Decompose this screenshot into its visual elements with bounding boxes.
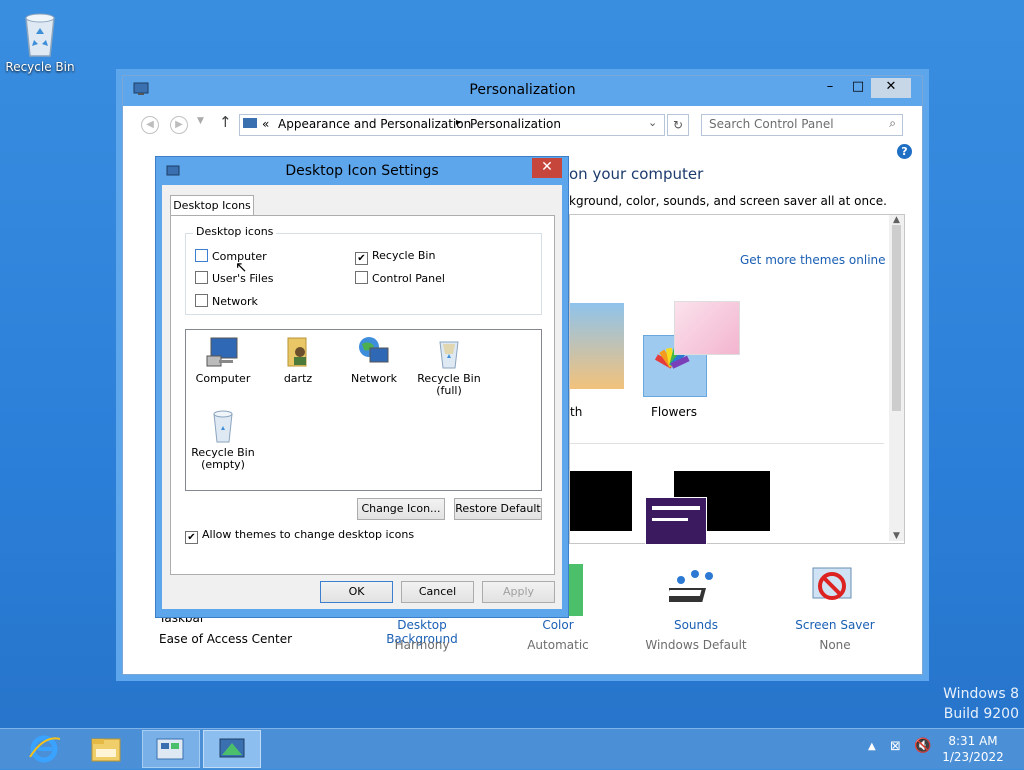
minimize-button[interactable]: – — [821, 78, 839, 98]
themes-scrollbar[interactable]: ▲ ▼ — [889, 215, 904, 541]
breadcrumb-personalization[interactable]: Personalization — [470, 117, 561, 131]
search-placeholder: Search Control Panel — [709, 117, 834, 131]
maximize-button[interactable]: □ — [849, 78, 867, 98]
section-divider — [570, 443, 884, 444]
breadcrumb-separator-icon: ▸ — [456, 117, 462, 128]
breadcrumb-appearance[interactable]: Appearance and Personalization — [278, 117, 471, 131]
refresh-icon[interactable]: ↻ — [667, 114, 689, 136]
recycle-bin-checkbox[interactable]: ✔ Recycle Bin — [355, 249, 435, 265]
sounds-link[interactable]: Sounds — [641, 618, 751, 632]
tab-desktop-icons[interactable]: Desktop Icons — [170, 195, 254, 216]
themes-list[interactable]: Get more themes online th Flowers ▲ ▼ — [569, 214, 905, 545]
theme-earth-thumbnail[interactable] — [570, 303, 624, 389]
scrollbar-thumb[interactable] — [892, 225, 901, 411]
user-folder-icon — [280, 334, 316, 370]
breadcrumb-overflow[interactable]: « — [262, 117, 269, 131]
network-checkbox[interactable]: Network — [195, 294, 258, 308]
address-icon — [242, 117, 258, 134]
sounds-value: Windows Default — [645, 638, 747, 652]
desktop-icon-settings-dialog: Desktop Icon Settings ✕ Desktop Icons Co… — [155, 156, 569, 618]
computer-icon — [205, 334, 241, 370]
window-title: Personalization — [469, 82, 576, 98]
recycle-bin-full-icon — [431, 334, 467, 370]
icon-item-network[interactable]: Network — [339, 334, 409, 385]
page-heading: on your computer — [569, 165, 704, 183]
recycle-bin-empty-icon — [205, 408, 241, 444]
icon-list[interactable]: Computer dartz Network Recycle Bin (full… — [185, 329, 542, 491]
volume-muted-icon[interactable]: 🔇 — [914, 738, 931, 754]
taskbar-control-panel-button[interactable] — [142, 730, 200, 768]
dialog-title: Desktop Icon Settings — [285, 163, 439, 179]
dialog-client: Desktop Icons Computer User's Files Netw… — [162, 185, 562, 609]
high-contrast-theme-preview — [645, 497, 707, 545]
icon-item-recycle-full[interactable]: Recycle Bin (full) — [414, 334, 484, 397]
screen-saver-icon[interactable] — [807, 562, 859, 614]
high-contrast-theme-1[interactable] — [570, 471, 632, 531]
recent-pages-icon[interactable]: ▼ — [197, 116, 204, 126]
help-icon[interactable]: ? — [897, 144, 912, 159]
computer-checkbox[interactable]: Computer — [195, 249, 267, 263]
color-value: Automatic — [527, 638, 589, 652]
window-titlebar: Personalization – □ ✕ — [123, 76, 922, 106]
search-icon[interactable]: ⌕ — [889, 116, 896, 131]
dialog-close-button[interactable]: ✕ — [532, 158, 562, 178]
allow-themes-checkbox[interactable]: ✔ Allow themes to change desktop icons — [185, 528, 414, 544]
taskbar-personalization-button[interactable] — [203, 730, 261, 768]
desktop-background-value: Harmony — [394, 638, 450, 652]
internet-explorer-icon[interactable] — [24, 731, 68, 767]
network-status-icon[interactable]: ⊠ — [890, 739, 901, 754]
address-row: ◀ ▶ ▼ ↑ « Appearance and Personalization… — [123, 106, 922, 140]
os-watermark: Windows 8 Build 9200 — [943, 686, 1019, 722]
theme-earth-label: th — [570, 405, 583, 419]
desktop-icon-recycle-bin[interactable]: Recycle Bin — [4, 6, 76, 74]
screen-saver-value: None — [819, 638, 851, 652]
address-bar[interactable]: « Appearance and Personalization ▸ Perso… — [239, 114, 665, 136]
icon-item-computer[interactable]: Computer — [188, 334, 258, 385]
clock-date: 1/23/2022 — [942, 750, 1004, 764]
show-hidden-icons-icon[interactable]: ▲ — [868, 741, 876, 752]
checkmark-icon: ✔ — [185, 531, 198, 544]
address-dropdown-icon[interactable]: ⌄ — [648, 116, 657, 129]
file-explorer-icon[interactable] — [86, 731, 130, 767]
up-arrow-icon[interactable]: ↑ — [219, 113, 232, 131]
icon-item-recycle-empty[interactable]: Recycle Bin (empty) — [188, 408, 258, 471]
cancel-button[interactable]: Cancel — [401, 581, 474, 603]
get-more-themes-link[interactable]: Get more themes online — [740, 253, 886, 267]
recycle-bin-icon — [16, 6, 64, 58]
back-button[interactable]: ◀ — [141, 116, 159, 134]
close-button[interactable]: ✕ — [871, 78, 911, 98]
mouse-cursor-icon: ↖ — [235, 258, 248, 276]
clock-time: 8:31 AM — [948, 734, 998, 748]
scroll-down-icon[interactable]: ▼ — [889, 531, 904, 541]
group-label: Desktop icons — [193, 225, 277, 238]
dialog-titlebar: Desktop Icon Settings ✕ — [156, 157, 568, 185]
icon-item-user-files[interactable]: dartz — [263, 334, 333, 385]
apply-button[interactable]: Apply — [482, 581, 555, 603]
tab-panel: Computer User's Files Network ✔ Recycle B… — [170, 215, 555, 575]
color-link[interactable]: Color — [518, 618, 598, 632]
desktop-icon-label: Recycle Bin — [5, 60, 75, 74]
change-icon-button[interactable]: Change Icon... — [357, 498, 445, 520]
ease-of-access-link[interactable]: Ease of Access Center — [159, 632, 292, 646]
theme-flowers-preview — [674, 301, 740, 355]
network-icon — [356, 334, 392, 370]
scroll-up-icon[interactable]: ▲ — [889, 215, 904, 225]
screen-saver-link[interactable]: Screen Saver — [783, 618, 887, 632]
ok-button[interactable]: OK — [320, 581, 393, 603]
sounds-icon[interactable] — [662, 562, 721, 614]
restore-default-button[interactable]: Restore Default — [454, 498, 542, 520]
search-input[interactable]: Search Control Panel ⌕ — [701, 114, 903, 136]
clock[interactable]: 8:31 AM 1/23/2022 — [936, 733, 1010, 765]
taskbar: ▲ ⊠ 🔇 8:31 AM 1/23/2022 — [0, 728, 1024, 769]
theme-flowers-label: Flowers — [651, 405, 697, 419]
control-panel-checkbox[interactable]: Control Panel — [355, 271, 445, 285]
checkmark-icon: ✔ — [355, 252, 368, 265]
page-subtext: kground, color, sounds, and screen saver… — [569, 194, 887, 208]
forward-button[interactable]: ▶ — [170, 116, 188, 134]
